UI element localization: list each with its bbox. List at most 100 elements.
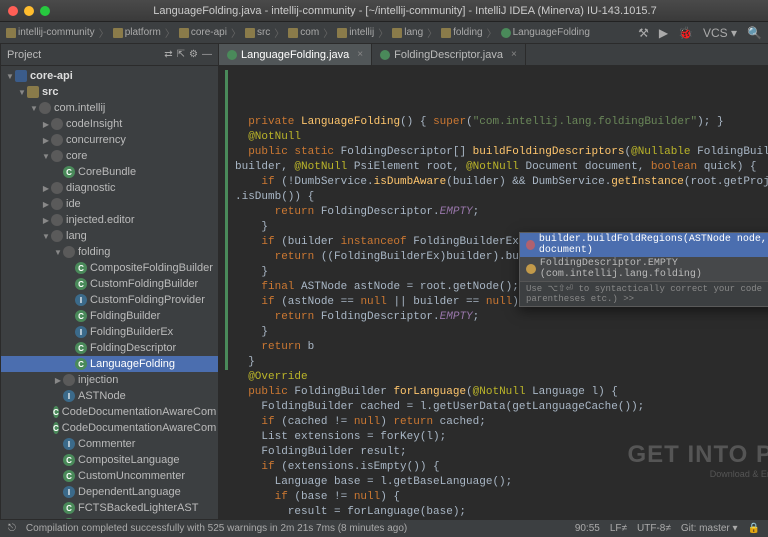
tree-row[interactable]: ▶injected.editor [1, 212, 218, 228]
disclosure-arrow-icon[interactable]: ▶ [41, 184, 51, 193]
editor-area: LanguageFolding.java×FoldingDescriptor.j… [219, 44, 768, 519]
tree-row[interactable]: CCompositeLanguage [1, 452, 218, 468]
tree-row[interactable]: CLanguageFolding [1, 356, 218, 372]
hide-icon[interactable]: — [202, 49, 212, 60]
class-icon: C [63, 518, 75, 519]
tree-row[interactable]: ▶ injection [1, 372, 218, 388]
disclosure-arrow-icon[interactable]: ▼ [5, 72, 15, 81]
run-button[interactable]: ▶ [657, 26, 670, 40]
tree-row[interactable]: ▼ folding [1, 244, 218, 260]
tree-row[interactable]: ▼src [1, 84, 218, 100]
tree-row[interactable]: ▶concurrency [1, 132, 218, 148]
disclosure-arrow-icon[interactable]: ▼ [29, 104, 39, 113]
autoscroll-icon[interactable]: ⇄ [164, 49, 172, 60]
tree-row[interactable]: ▶diagnostic [1, 180, 218, 196]
disclosure-arrow-icon[interactable]: ▶ [41, 216, 51, 225]
tree-row[interactable]: ▼core [1, 148, 218, 164]
close-window-button[interactable] [8, 6, 18, 16]
folder-icon [27, 86, 39, 98]
make-button[interactable]: ⚒ [636, 26, 651, 40]
class-icon: C [63, 470, 75, 482]
folder-icon [245, 28, 255, 38]
collapse-icon[interactable]: ⇱ [177, 49, 185, 60]
disclosure-arrow-icon[interactable]: ▼ [53, 248, 63, 257]
tree-row[interactable]: ▼lang [1, 228, 218, 244]
project-panel-title: Project [7, 49, 41, 61]
breadcrumb-item[interactable]: platform [111, 27, 163, 38]
disclosure-arrow-icon[interactable]: ▶ [41, 200, 51, 209]
tree-label: CoreBundle [78, 166, 136, 178]
vcs-dropdown[interactable]: VCS ▾ [701, 26, 739, 40]
disclosure-arrow-icon[interactable]: ▼ [41, 152, 51, 161]
tree-row[interactable]: IFoldingBuilderEx [1, 324, 218, 340]
tree-row[interactable]: CFileASTNode [1, 516, 218, 519]
tree-label: FileASTNode [78, 518, 143, 519]
tree-row[interactable]: IDependentLanguage [1, 484, 218, 500]
close-tab-icon[interactable]: × [511, 49, 517, 60]
package-icon [63, 374, 75, 386]
breadcrumb-item[interactable]: src [243, 27, 272, 38]
editor-tab[interactable]: FoldingDescriptor.java× [372, 44, 526, 65]
encoding[interactable]: UTF-8≠ [637, 523, 671, 534]
tree-row[interactable]: CCustomFoldingBuilder [1, 276, 218, 292]
breadcrumb-item[interactable]: LanguageFolding [499, 27, 592, 38]
project-tree[interactable]: ▼core-api▼src▼com.intellij▶codeInsight▶c… [1, 66, 218, 519]
disclosure-arrow-icon[interactable]: ▼ [41, 232, 51, 241]
tree-row[interactable]: ▼com.intellij [1, 100, 218, 116]
breadcrumb-item[interactable]: intellij [335, 27, 376, 38]
tree-row[interactable]: ICustomFoldingProvider [1, 292, 218, 308]
module-icon [15, 70, 27, 82]
class-icon: C [63, 502, 75, 514]
breadcrumb-item[interactable]: lang [390, 27, 425, 38]
status-indicator-icon[interactable]: ⎋ [8, 523, 16, 534]
window-controls [8, 6, 50, 16]
tree-label: DependentLanguage [78, 486, 181, 498]
disclosure-arrow-icon[interactable]: ▶ [41, 136, 51, 145]
breadcrumb[interactable]: intellij-community〉platform〉core-api〉src… [4, 25, 634, 40]
minimize-window-button[interactable] [24, 6, 34, 16]
tree-row[interactable]: CFCTSBackedLighterAST [1, 500, 218, 516]
breadcrumb-item[interactable]: core-api [177, 27, 229, 38]
line-separator[interactable]: LF≠ [610, 523, 627, 534]
breadcrumb-item[interactable]: com [286, 27, 321, 38]
gear-icon[interactable]: ⚙ [189, 49, 198, 60]
editor-tab[interactable]: LanguageFolding.java× [219, 44, 372, 65]
tree-label: injection [78, 374, 118, 386]
disclosure-arrow-icon[interactable]: ▼ [17, 88, 27, 97]
tree-row[interactable]: CCodeDocumentationAwareCom [1, 420, 218, 436]
tree-row[interactable]: IASTNode [1, 388, 218, 404]
git-branch[interactable]: Git: master ▾ [681, 523, 738, 534]
close-tab-icon[interactable]: × [357, 49, 363, 60]
zoom-window-button[interactable] [40, 6, 50, 16]
titlebar: LanguageFolding.java - intellij-communit… [0, 0, 768, 22]
completion-popup[interactable]: builder.buildFoldRegions(ASTNode node, D… [519, 232, 768, 307]
tree-label: CodeDocumentationAwareCom [62, 422, 217, 434]
tree-row[interactable]: ▶codeInsight [1, 116, 218, 132]
completion-item[interactable]: FoldingDescriptor.EMPTY (com.intellij.la… [520, 257, 768, 281]
tree-row[interactable]: CCustomUncommenter [1, 468, 218, 484]
completion-item[interactable]: builder.buildFoldRegions(ASTNode node, D… [520, 233, 768, 257]
package-icon [51, 134, 63, 146]
class-icon [501, 28, 511, 38]
lock-icon[interactable]: 🔒 [748, 523, 760, 534]
disclosure-arrow-icon[interactable]: ▶ [41, 120, 51, 129]
tree-label: folding [78, 246, 110, 258]
breadcrumb-item[interactable]: folding [439, 27, 484, 38]
tree-row[interactable]: ▼ core-api [1, 68, 218, 84]
debug-button[interactable]: 🐞 [676, 26, 695, 40]
package-icon [39, 102, 51, 114]
tree-label: core-api [30, 70, 73, 82]
tree-row[interactable]: ICommenter [1, 436, 218, 452]
tree-row[interactable]: CFoldingBuilder [1, 308, 218, 324]
caret-position[interactable]: 90:55 [575, 523, 600, 534]
class-icon: C [53, 422, 59, 434]
tree-row[interactable]: CCoreBundle [1, 164, 218, 180]
disclosure-arrow-icon[interactable]: ▶ [53, 376, 63, 385]
tree-row[interactable]: CCodeDocumentationAwareCom [1, 404, 218, 420]
tree-row[interactable]: CFoldingDescriptor [1, 340, 218, 356]
search-icon[interactable]: 🔍 [745, 26, 764, 40]
tree-row[interactable]: CCompositeFoldingBuilder [1, 260, 218, 276]
class-icon: C [53, 406, 59, 418]
tree-row[interactable]: ▶ide [1, 196, 218, 212]
breadcrumb-item[interactable]: intellij-community [4, 27, 97, 38]
